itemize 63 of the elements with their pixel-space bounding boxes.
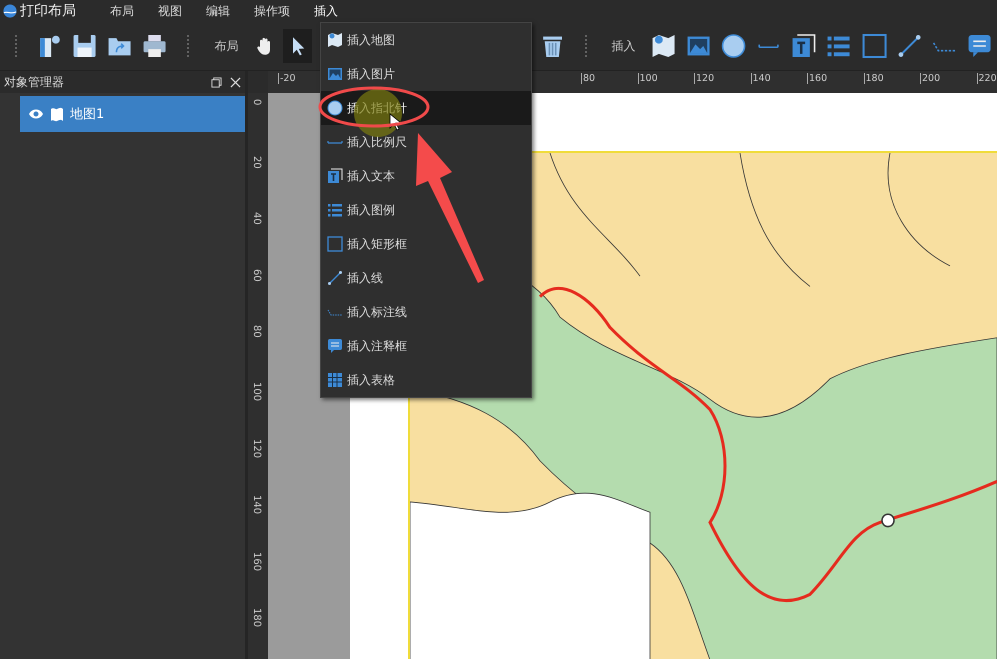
ruler-label: -20 [278,73,296,84]
line-icon [327,270,343,286]
rectangle-icon [327,236,343,252]
menu-item[interactable]: 插入比例尺 [321,125,531,159]
menu-item[interactable]: 插入标注线 [321,295,531,329]
ruler-label: 160 [807,73,828,84]
menu-item[interactable]: 插入地图 [321,23,531,57]
layer-item[interactable]: 地图1 [20,96,245,132]
ruler-label: 40 [251,212,262,225]
scale-bar-icon[interactable] [756,44,782,48]
map-icon[interactable] [650,33,676,59]
close-icon[interactable] [230,76,241,88]
compass-icon[interactable] [720,33,746,59]
line-icon[interactable] [896,33,922,59]
ruler-label: 120 [694,73,714,84]
ruler-label: 80 [581,73,596,84]
menu-item[interactable]: 插入线 [321,261,531,295]
map-icon [327,32,343,48]
pointer-cursor-icon [390,113,402,131]
compass-icon [327,100,343,116]
ruler-label: 220 [976,73,997,84]
toolbar-label: 插入 [612,38,636,54]
save-icon[interactable] [72,33,98,59]
menu-item[interactable]: 操作项 [242,0,302,22]
menu-item[interactable]: 插入表格 [321,363,531,397]
text-box-icon[interactable] [791,33,816,59]
ruler-label: 180 [864,73,884,84]
ruler-label: 0 [251,99,262,106]
ruler-label: 20 [251,156,262,168]
ruler-label: 160 [251,552,262,571]
ruler-label: 120 [251,438,262,458]
comment-icon[interactable] [966,33,992,59]
toolbar-label: 布局 [214,38,238,54]
layer-label: 地图1 [70,106,104,123]
restore-icon[interactable] [211,76,222,88]
image-icon [327,66,343,82]
list-icon [327,202,343,218]
menu-item[interactable]: 编辑 [194,0,242,22]
ruler-label: 80 [251,325,262,338]
menu-item[interactable]: 插入矩形框 [321,227,531,261]
scale-bar-icon [327,140,343,144]
ruler-label: 140 [750,73,771,84]
ruler-label: 100 [638,73,658,84]
menu-item[interactable]: 插入图例 [321,193,531,227]
ruler-label: 140 [251,495,262,514]
comment-icon [327,338,343,354]
rectangle-icon[interactable] [862,33,887,59]
menu-item[interactable]: 布局 [98,0,146,22]
printer-icon[interactable] [142,33,168,59]
tool-button[interactable] [283,29,312,63]
ruler-label: 200 [920,73,940,84]
app-title: 打印布局 [20,2,76,20]
menu-item[interactable]: 视图 [146,0,194,22]
text-box-icon [327,168,343,184]
eye-icon[interactable] [28,108,44,120]
globe-logo-icon [3,4,17,18]
panel-title: 对象管理器 [4,74,65,90]
ruler-label: 60 [251,268,262,282]
table-icon [327,372,343,388]
map-icon [50,106,64,122]
menu-item[interactable]: 插入注释框 [321,329,531,363]
ruler-label: 180 [251,608,262,628]
ruler-label: 100 [251,382,262,402]
